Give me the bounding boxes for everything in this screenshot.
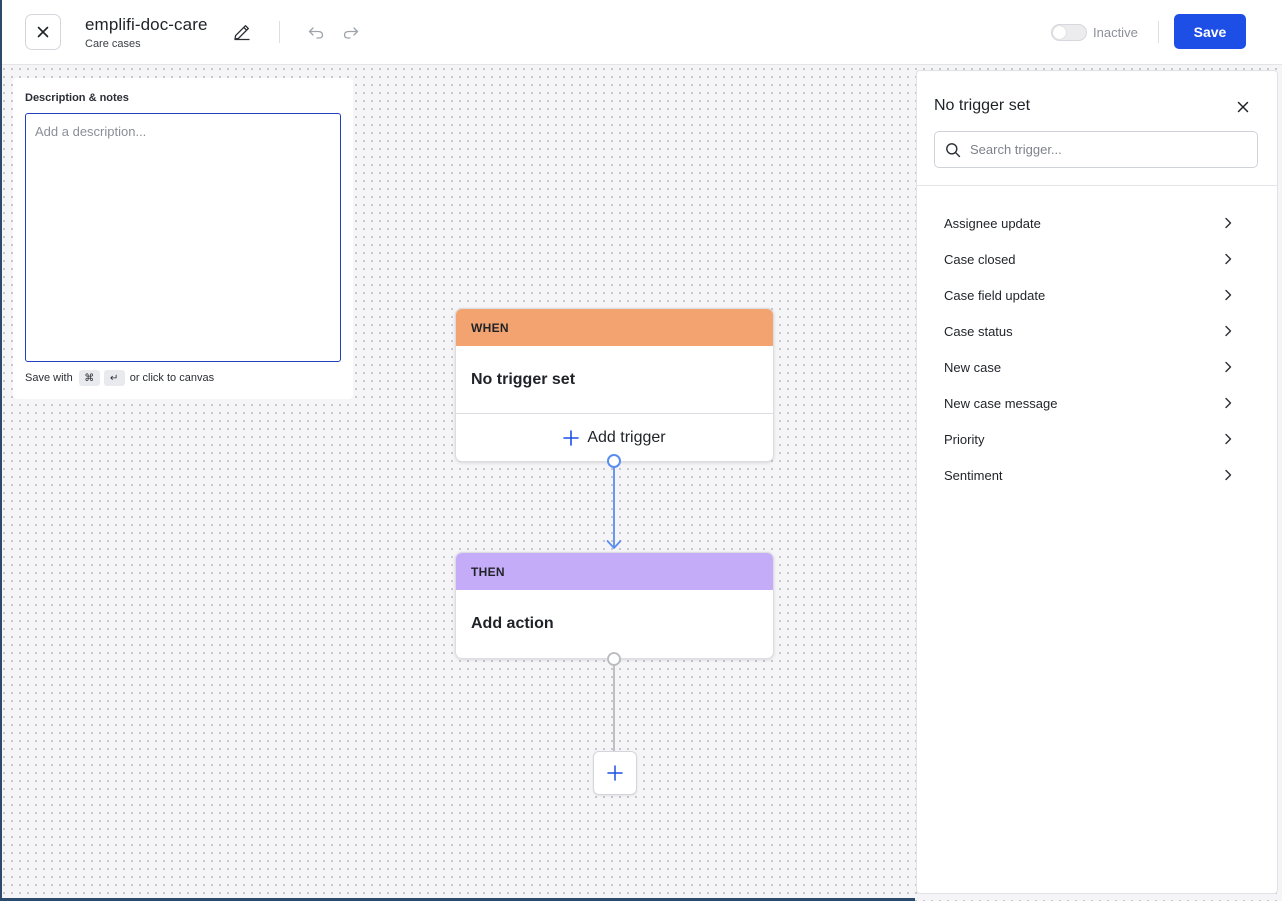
then-node[interactable]: THEN Add action — [455, 552, 774, 659]
command-key: ⌘ — [78, 370, 100, 386]
undo-button[interactable] — [306, 22, 326, 42]
trigger-item-assignee-update[interactable]: Assignee update — [917, 205, 1277, 241]
description-notes-panel: Description & notes Save with ⌘ ↵ or cli… — [13, 78, 353, 399]
trigger-item-case-field-update[interactable]: Case field update — [917, 277, 1277, 313]
trigger-list: Assignee update Case closed Case field u… — [917, 205, 1277, 493]
trigger-item-label: New case message — [944, 395, 1058, 411]
chevron-right-icon — [1225, 433, 1232, 445]
top-bar: emplifi-doc-care Care cases Inactive Sav… — [0, 0, 1282, 65]
then-node-body: Add action — [471, 615, 554, 632]
when-node-body: No trigger set — [456, 346, 773, 414]
chevron-right-icon — [1225, 397, 1232, 409]
hint-prefix: Save with — [25, 372, 73, 384]
pencil-icon — [234, 25, 250, 41]
toolbar-divider — [279, 21, 280, 43]
redo-button[interactable] — [341, 22, 361, 42]
chevron-right-icon — [1225, 325, 1232, 337]
chevron-right-icon — [1225, 361, 1232, 373]
chevron-right-icon — [1225, 253, 1232, 265]
close-panel-button[interactable] — [1233, 97, 1253, 117]
add-trigger-label: Add trigger — [587, 428, 666, 446]
plus-icon — [607, 765, 623, 781]
workflow-title: emplifi-doc-care — [85, 15, 208, 34]
trigger-item-label: Case status — [944, 323, 1013, 339]
panel-title: No trigger set — [934, 97, 1031, 114]
trigger-item-label: Priority — [944, 431, 985, 447]
trigger-item-case-status[interactable]: Case status — [917, 313, 1277, 349]
trigger-item-label: Case field update — [944, 287, 1046, 303]
trigger-item-label: Sentiment — [944, 467, 1003, 483]
close-icon — [37, 26, 49, 38]
chevron-right-icon — [1225, 289, 1232, 301]
enter-key: ↵ — [103, 370, 125, 386]
trigger-item-priority[interactable]: Priority — [917, 421, 1277, 457]
status-label: Inactive — [1093, 25, 1138, 40]
trigger-item-sentiment[interactable]: Sentiment — [917, 457, 1277, 493]
save-button[interactable]: Save — [1174, 14, 1246, 49]
redo-icon — [343, 27, 359, 39]
trigger-search-input[interactable] — [970, 142, 1240, 157]
workflow-subtitle: Care cases — [85, 38, 141, 50]
undo-icon — [308, 27, 324, 39]
close-icon — [1237, 101, 1249, 113]
chevron-right-icon — [1225, 217, 1232, 229]
active-toggle[interactable] — [1051, 24, 1087, 41]
plus-icon — [563, 429, 580, 446]
close-editor-button[interactable] — [25, 14, 61, 50]
search-icon — [946, 142, 961, 157]
header-divider — [1158, 21, 1159, 43]
add-step-button[interactable] — [593, 751, 637, 795]
notes-title: Description & notes — [25, 92, 129, 104]
panel-divider — [917, 185, 1277, 186]
toggle-knob — [1053, 26, 1066, 39]
trigger-item-label: Case closed — [944, 251, 1016, 267]
edit-title-button[interactable] — [232, 22, 252, 42]
trigger-item-label: New case — [944, 359, 1002, 375]
trigger-item-label: Assignee update — [944, 215, 1041, 231]
trigger-item-new-case-message[interactable]: New case message — [917, 385, 1277, 421]
trigger-item-new-case[interactable]: New case — [917, 349, 1277, 385]
then-node-header: THEN — [456, 553, 773, 590]
when-node-header: WHEN — [456, 309, 773, 346]
trigger-search-box[interactable] — [934, 131, 1258, 168]
trigger-item-case-closed[interactable]: Case closed — [917, 241, 1277, 277]
add-trigger-button[interactable]: Add trigger — [456, 414, 773, 461]
hint-suffix: or click to canvas — [129, 372, 215, 384]
description-textarea[interactable] — [25, 113, 341, 362]
chevron-right-icon — [1225, 469, 1232, 481]
notes-save-hint: Save with ⌘ ↵ or click to canvas — [25, 370, 214, 386]
when-node[interactable]: WHEN No trigger set Add trigger — [455, 308, 774, 462]
window-left-edge — [0, 0, 2, 901]
trigger-panel: No trigger set Assignee update Case clos… — [916, 70, 1278, 894]
